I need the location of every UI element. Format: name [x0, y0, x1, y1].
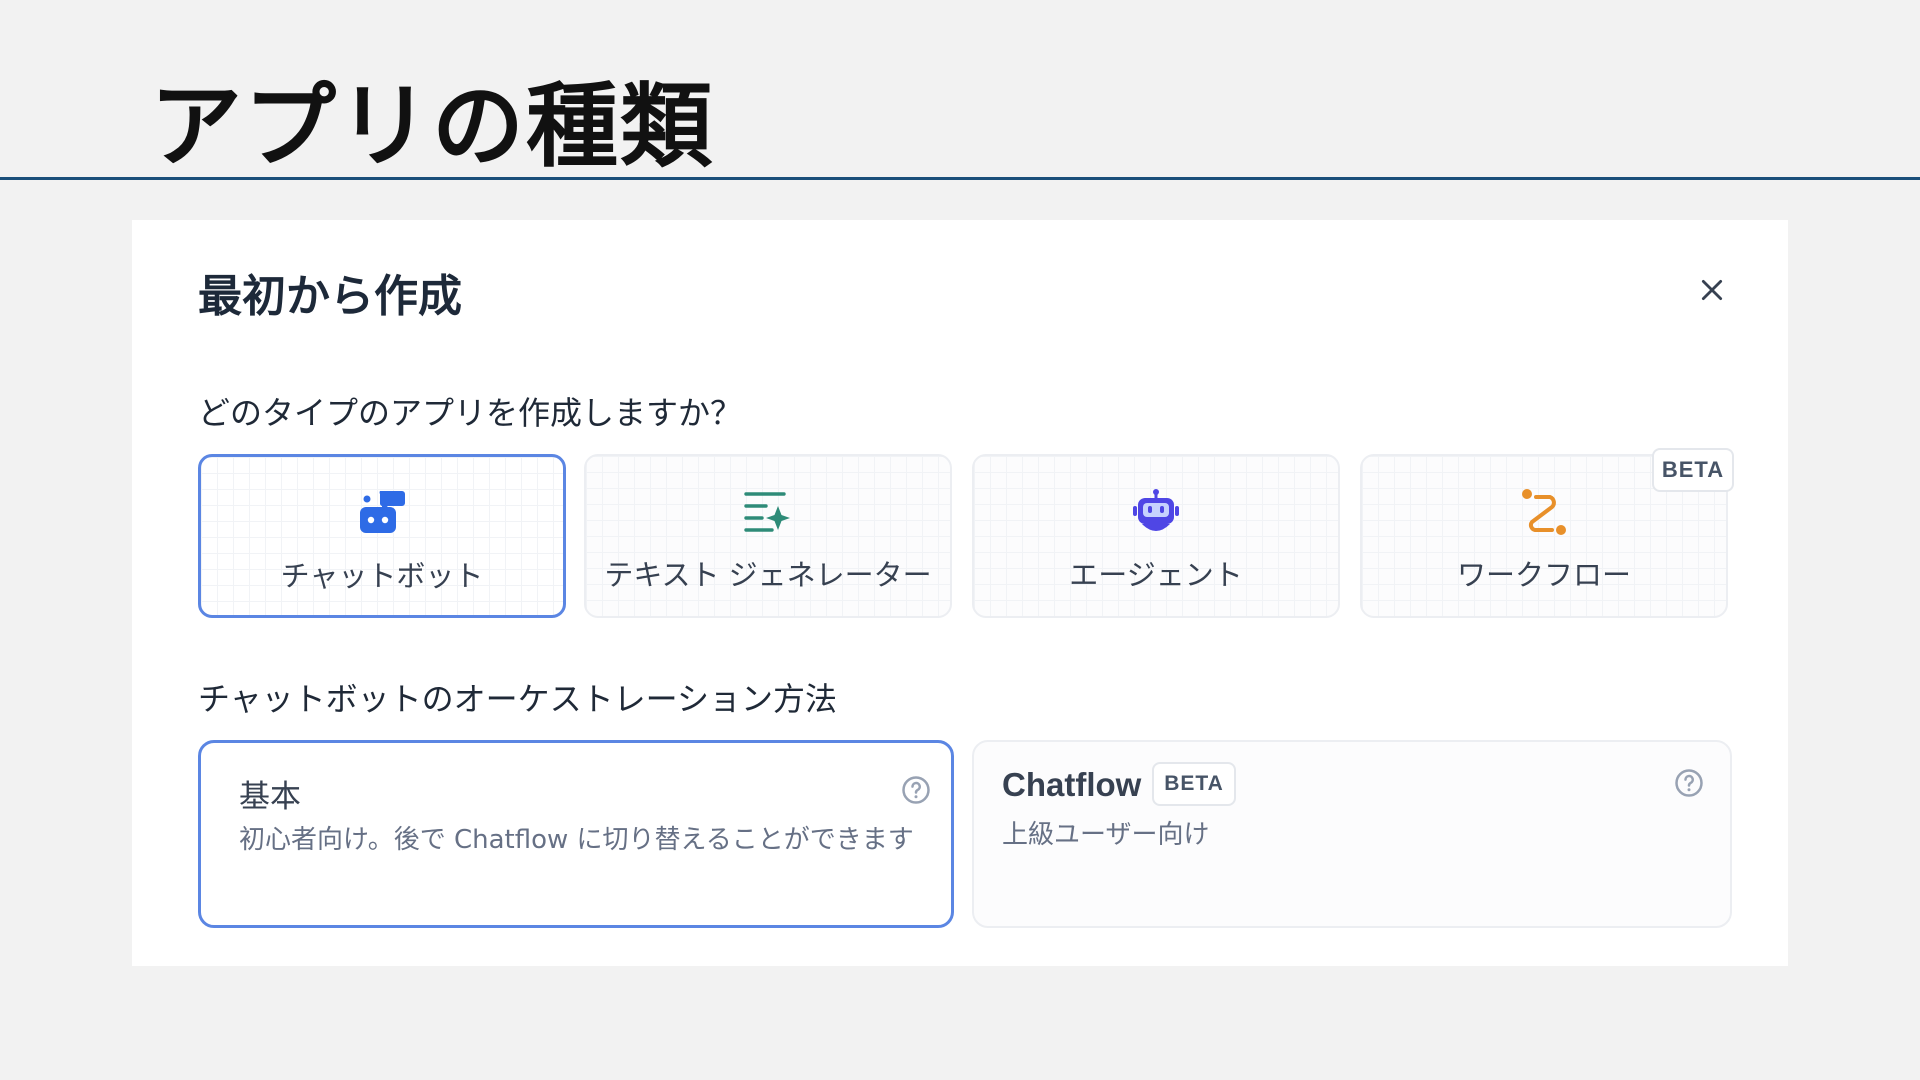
app-type-question: どのタイプのアプリを作成しますか？ [198, 394, 743, 432]
orchestration-label: チャットボットのオーケストレーション方法 [198, 680, 838, 718]
orchestration-title: Chatflow [1002, 766, 1142, 803]
chatflow-beta-badge: BETA [1152, 762, 1236, 806]
dialog-title: 最初から作成 [198, 271, 462, 322]
app-type-card-chatbot[interactable]: チャットボット [198, 454, 566, 618]
app-type-label: エージェント [1069, 558, 1243, 592]
help-icon[interactable] [1674, 768, 1704, 798]
app-type-card-text-generator[interactable]: テキスト ジェネレーター [584, 454, 952, 618]
app-type-label: ワークフロー [1456, 558, 1631, 592]
orchestration-title: 基本 [239, 779, 301, 815]
workflow-beta-badge: BETA [1652, 448, 1734, 492]
agent-robot-icon [1133, 489, 1179, 531]
app-type-card-agent[interactable]: エージェント [972, 454, 1340, 618]
close-button[interactable] [1692, 270, 1732, 310]
help-icon[interactable] [901, 775, 931, 805]
orchestration-option-chatflow[interactable]: Chatflow BETA 上級ユーザー向け [972, 740, 1732, 928]
slide-title: アプリの種類 [150, 73, 715, 180]
orchestration-option-basic[interactable]: 基本 初心者向け。後で Chatflow に切り替えることができます [198, 740, 954, 928]
orchestration-description: 初心者向け。後で Chatflow に切り替えることができます [239, 825, 914, 855]
app-type-label: チャットボット [280, 559, 484, 593]
close-icon [1701, 279, 1723, 301]
orchestration-description: 上級ユーザー向け [1002, 820, 1210, 850]
slide-header: アプリの種類 [0, 0, 1920, 180]
workflow-icon [1522, 489, 1566, 535]
app-type-label: テキスト ジェネレーター [604, 558, 932, 592]
chatbot-icon [360, 491, 405, 533]
text-generator-icon [744, 492, 790, 532]
create-app-dialog: 最初から作成 どのタイプのアプリを作成しますか？ チャットボット テキスト ジェ… [132, 220, 1788, 966]
